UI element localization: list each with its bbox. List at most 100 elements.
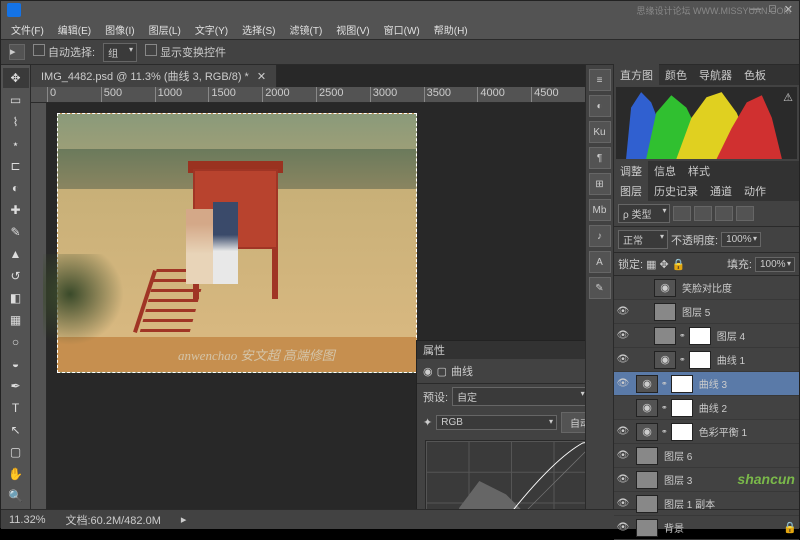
layer-row[interactable]: 👁 ⚭ 图层 4 — [614, 324, 799, 348]
curves-graph[interactable] — [425, 440, 585, 509]
visibility-icon[interactable]: 👁 — [616, 449, 630, 463]
brush-tool[interactable]: ✎ — [3, 222, 29, 242]
layer-name[interactable]: 笑脸对比度 — [679, 280, 797, 295]
eyedropper-tool[interactable]: ◐ — [3, 178, 29, 198]
history-brush-tool[interactable]: ↺ — [3, 266, 29, 286]
visibility-icon[interactable] — [616, 281, 630, 295]
menu-edit[interactable]: 编辑(E) — [52, 20, 97, 39]
layer-name[interactable]: 图层 6 — [661, 448, 797, 463]
visibility-icon[interactable]: 👁 — [616, 353, 630, 367]
panel-icon-7[interactable]: ♪ — [589, 225, 611, 247]
tab-channels[interactable]: 通道 — [704, 180, 738, 202]
crop-tool[interactable]: ⊏ — [3, 156, 29, 176]
menu-image[interactable]: 图像(I) — [99, 20, 140, 39]
close-tab-icon[interactable]: ✕ — [257, 70, 266, 83]
layer-thumbnail[interactable]: ◉ — [636, 375, 658, 393]
link-icon[interactable]: ⚭ — [661, 403, 668, 412]
preset-dropdown[interactable]: 自定 — [452, 387, 585, 406]
fill-input[interactable]: 100% — [755, 257, 795, 272]
pen-tool[interactable]: ✒ — [3, 376, 29, 396]
type-tool[interactable]: T — [3, 398, 29, 418]
menu-filter[interactable]: 滤镜(T) — [284, 20, 329, 39]
layer-name[interactable]: 色彩平衡 1 — [696, 424, 797, 439]
tab-navigator[interactable]: 导航器 — [693, 64, 738, 86]
visibility-icon[interactable]: 👁 — [616, 377, 630, 391]
filter-type-icon[interactable] — [715, 206, 733, 221]
layer-thumbnail[interactable]: ◉ — [636, 423, 658, 441]
hand-tool[interactable]: ✋ — [3, 464, 29, 484]
menu-help[interactable]: 帮助(H) — [428, 20, 474, 39]
panel-icon-4[interactable]: ¶ — [589, 147, 611, 169]
visibility-icon[interactable]: 👁 — [616, 473, 630, 487]
stamp-tool[interactable]: ▲ — [3, 244, 29, 264]
tab-styles[interactable]: 样式 — [682, 160, 716, 182]
menu-select[interactable]: 选择(S) — [236, 20, 281, 39]
visibility-icon[interactable] — [616, 401, 630, 415]
layer-row[interactable]: 👁 图层 5 — [614, 300, 799, 324]
tab-info[interactable]: 信息 — [648, 160, 682, 182]
visibility-icon[interactable]: 👁 — [616, 425, 630, 439]
mask-thumbnail[interactable] — [671, 399, 693, 417]
layer-row[interactable]: 👁 ◉ ⚭ 色彩平衡 1 — [614, 420, 799, 444]
auto-select-dropdown[interactable]: 组 — [103, 43, 137, 62]
wand-tool[interactable]: ⋆ — [3, 134, 29, 154]
zoom-level[interactable]: 11.32% — [9, 514, 46, 526]
layer-thumbnail[interactable] — [654, 327, 676, 345]
layer-name[interactable]: 曲线 1 — [714, 352, 797, 367]
tab-histogram[interactable]: 直方图 — [614, 64, 659, 86]
layer-row[interactable]: 👁 背景 🔒 — [614, 516, 799, 540]
lock-all-icon[interactable]: 🔒 — [672, 258, 686, 271]
layer-thumbnail[interactable] — [636, 471, 658, 489]
show-transform-checkbox[interactable]: 显示变换控件 — [145, 44, 226, 60]
panel-icon-5[interactable]: ⊞ — [589, 173, 611, 195]
filter-pixel-icon[interactable] — [673, 206, 691, 221]
panel-icon-9[interactable]: ✎ — [589, 277, 611, 299]
layer-row[interactable]: 👁 图层 1 副本 — [614, 492, 799, 516]
tab-adjustments[interactable]: 调整 — [614, 160, 648, 182]
dodge-tool[interactable]: ◒ — [3, 354, 29, 374]
layer-name[interactable]: 图层 5 — [679, 304, 797, 319]
move-tool[interactable]: ✥ — [3, 68, 29, 88]
panel-icon-2[interactable]: ◐ — [589, 95, 611, 117]
blend-mode-dropdown[interactable]: 正常 — [618, 230, 668, 249]
layer-thumbnail[interactable] — [636, 495, 658, 513]
menu-window[interactable]: 窗口(W) — [378, 20, 426, 39]
layer-name[interactable]: 图层 1 副本 — [661, 496, 797, 511]
lock-pixels-icon[interactable]: ▦ — [646, 258, 656, 271]
link-icon[interactable]: ⚭ — [679, 355, 686, 364]
tab-layers[interactable]: 图层 — [614, 180, 648, 202]
menu-view[interactable]: 视图(V) — [330, 20, 375, 39]
visibility-icon[interactable]: 👁 — [616, 329, 630, 343]
layer-name[interactable]: 曲线 2 — [696, 400, 797, 415]
lasso-tool[interactable]: ⌇ — [3, 112, 29, 132]
panel-icon-8[interactable]: A — [589, 251, 611, 273]
panel-icon-1[interactable]: ≡ — [589, 69, 611, 91]
layer-row[interactable]: 👁 ◉ ⚭ 曲线 1 — [614, 348, 799, 372]
layer-name[interactable]: 曲线 3 — [696, 376, 797, 391]
link-icon[interactable]: ⚭ — [679, 331, 686, 340]
tab-actions[interactable]: 动作 — [738, 180, 772, 202]
blur-tool[interactable]: ○ — [3, 332, 29, 352]
tab-history[interactable]: 历史记录 — [648, 180, 704, 202]
layer-row[interactable]: 👁 ◉ ⚭ 曲线 3 — [614, 372, 799, 396]
channel-dropdown[interactable]: RGB — [436, 415, 557, 430]
filter-adj-icon[interactable] — [694, 206, 712, 221]
panel-icon-3[interactable]: Ku — [589, 121, 611, 143]
tab-color[interactable]: 颜色 — [659, 64, 693, 86]
visibility-icon[interactable]: 👁 — [616, 305, 630, 319]
layer-name[interactable]: 图层 4 — [714, 328, 797, 343]
link-icon[interactable]: ⚭ — [661, 379, 668, 388]
marquee-tool[interactable]: ▭ — [3, 90, 29, 110]
layer-thumbnail[interactable]: ◉ — [654, 351, 676, 369]
mask-thumbnail[interactable] — [671, 375, 693, 393]
menu-file[interactable]: 文件(F) — [5, 20, 50, 39]
path-tool[interactable]: ↖ — [3, 420, 29, 440]
mask-icon[interactable]: ▢ — [437, 365, 447, 378]
warning-icon[interactable]: ⚠ — [783, 91, 793, 104]
properties-panel[interactable]: 属性▾≡ ◉▢曲线 预设:自定≡ ✦RGB自动 — [416, 340, 585, 509]
visibility-icon[interactable]: 👁 — [616, 497, 630, 511]
gradient-tool[interactable]: ▦ — [3, 310, 29, 330]
layer-row[interactable]: 👁 图层 6 — [614, 444, 799, 468]
panel-icon-6[interactable]: Mb — [589, 199, 611, 221]
layer-thumbnail[interactable] — [636, 447, 658, 465]
